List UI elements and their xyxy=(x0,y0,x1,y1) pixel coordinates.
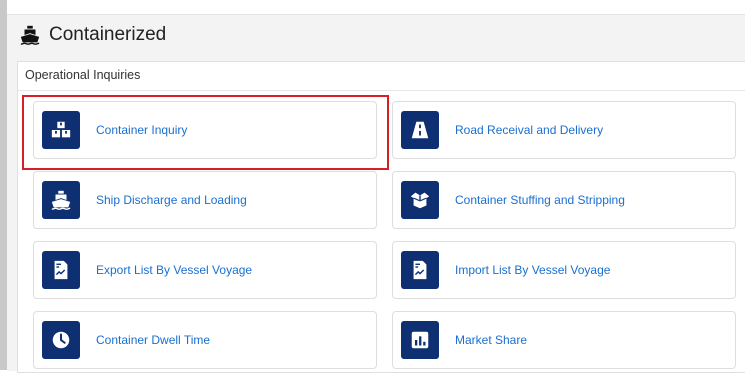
card-road-receival-delivery[interactable]: Road Receival and Delivery xyxy=(392,101,736,159)
bar-chart-icon xyxy=(401,321,439,359)
card-label: Market Share xyxy=(455,333,528,347)
section-divider xyxy=(18,90,745,91)
card-container-dwell-time[interactable]: Container Dwell Time xyxy=(33,311,377,369)
panel-title: Containerized xyxy=(49,24,167,45)
containers-icon xyxy=(42,111,80,149)
left-edge-strip xyxy=(0,0,7,370)
card-label: Import List By Vessel Voyage xyxy=(455,263,611,277)
road-icon xyxy=(401,111,439,149)
open-box-icon xyxy=(401,181,439,219)
ship-icon xyxy=(42,181,80,219)
card-container-inquiry[interactable]: Container Inquiry xyxy=(33,101,377,159)
card-label: Container Stuffing and Stripping xyxy=(455,193,625,207)
section-title: Operational Inquiries xyxy=(25,68,141,82)
clock-icon xyxy=(42,321,80,359)
card-label: Road Receival and Delivery xyxy=(455,123,604,137)
ship-icon xyxy=(20,25,40,45)
card-label: Container Dwell Time xyxy=(96,333,211,347)
card-container-stuffing-stripping[interactable]: Container Stuffing and Stripping xyxy=(392,171,736,229)
card-label: Ship Discharge and Loading xyxy=(96,193,247,207)
document-icon xyxy=(401,251,439,289)
card-label: Container Inquiry xyxy=(96,123,188,137)
card-ship-discharge-loading[interactable]: Ship Discharge and Loading xyxy=(33,171,377,229)
card-label: Export List By Vessel Voyage xyxy=(96,263,253,277)
panel-header: Containerized xyxy=(19,21,166,49)
card-export-list-vessel-voyage[interactable]: Export List By Vessel Voyage xyxy=(33,241,377,299)
card-import-list-vessel-voyage[interactable]: Import List By Vessel Voyage xyxy=(392,241,736,299)
card-market-share[interactable]: Market Share xyxy=(392,311,736,369)
document-icon xyxy=(42,251,80,289)
